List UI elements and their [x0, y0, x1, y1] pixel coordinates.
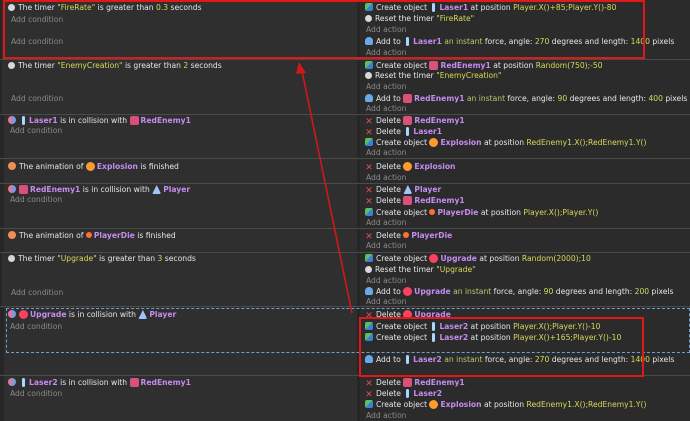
- events-sheet: The timer "FireRate" is greater than 0.3…: [0, 0, 690, 421]
- annotation-arrow: [296, 62, 353, 314]
